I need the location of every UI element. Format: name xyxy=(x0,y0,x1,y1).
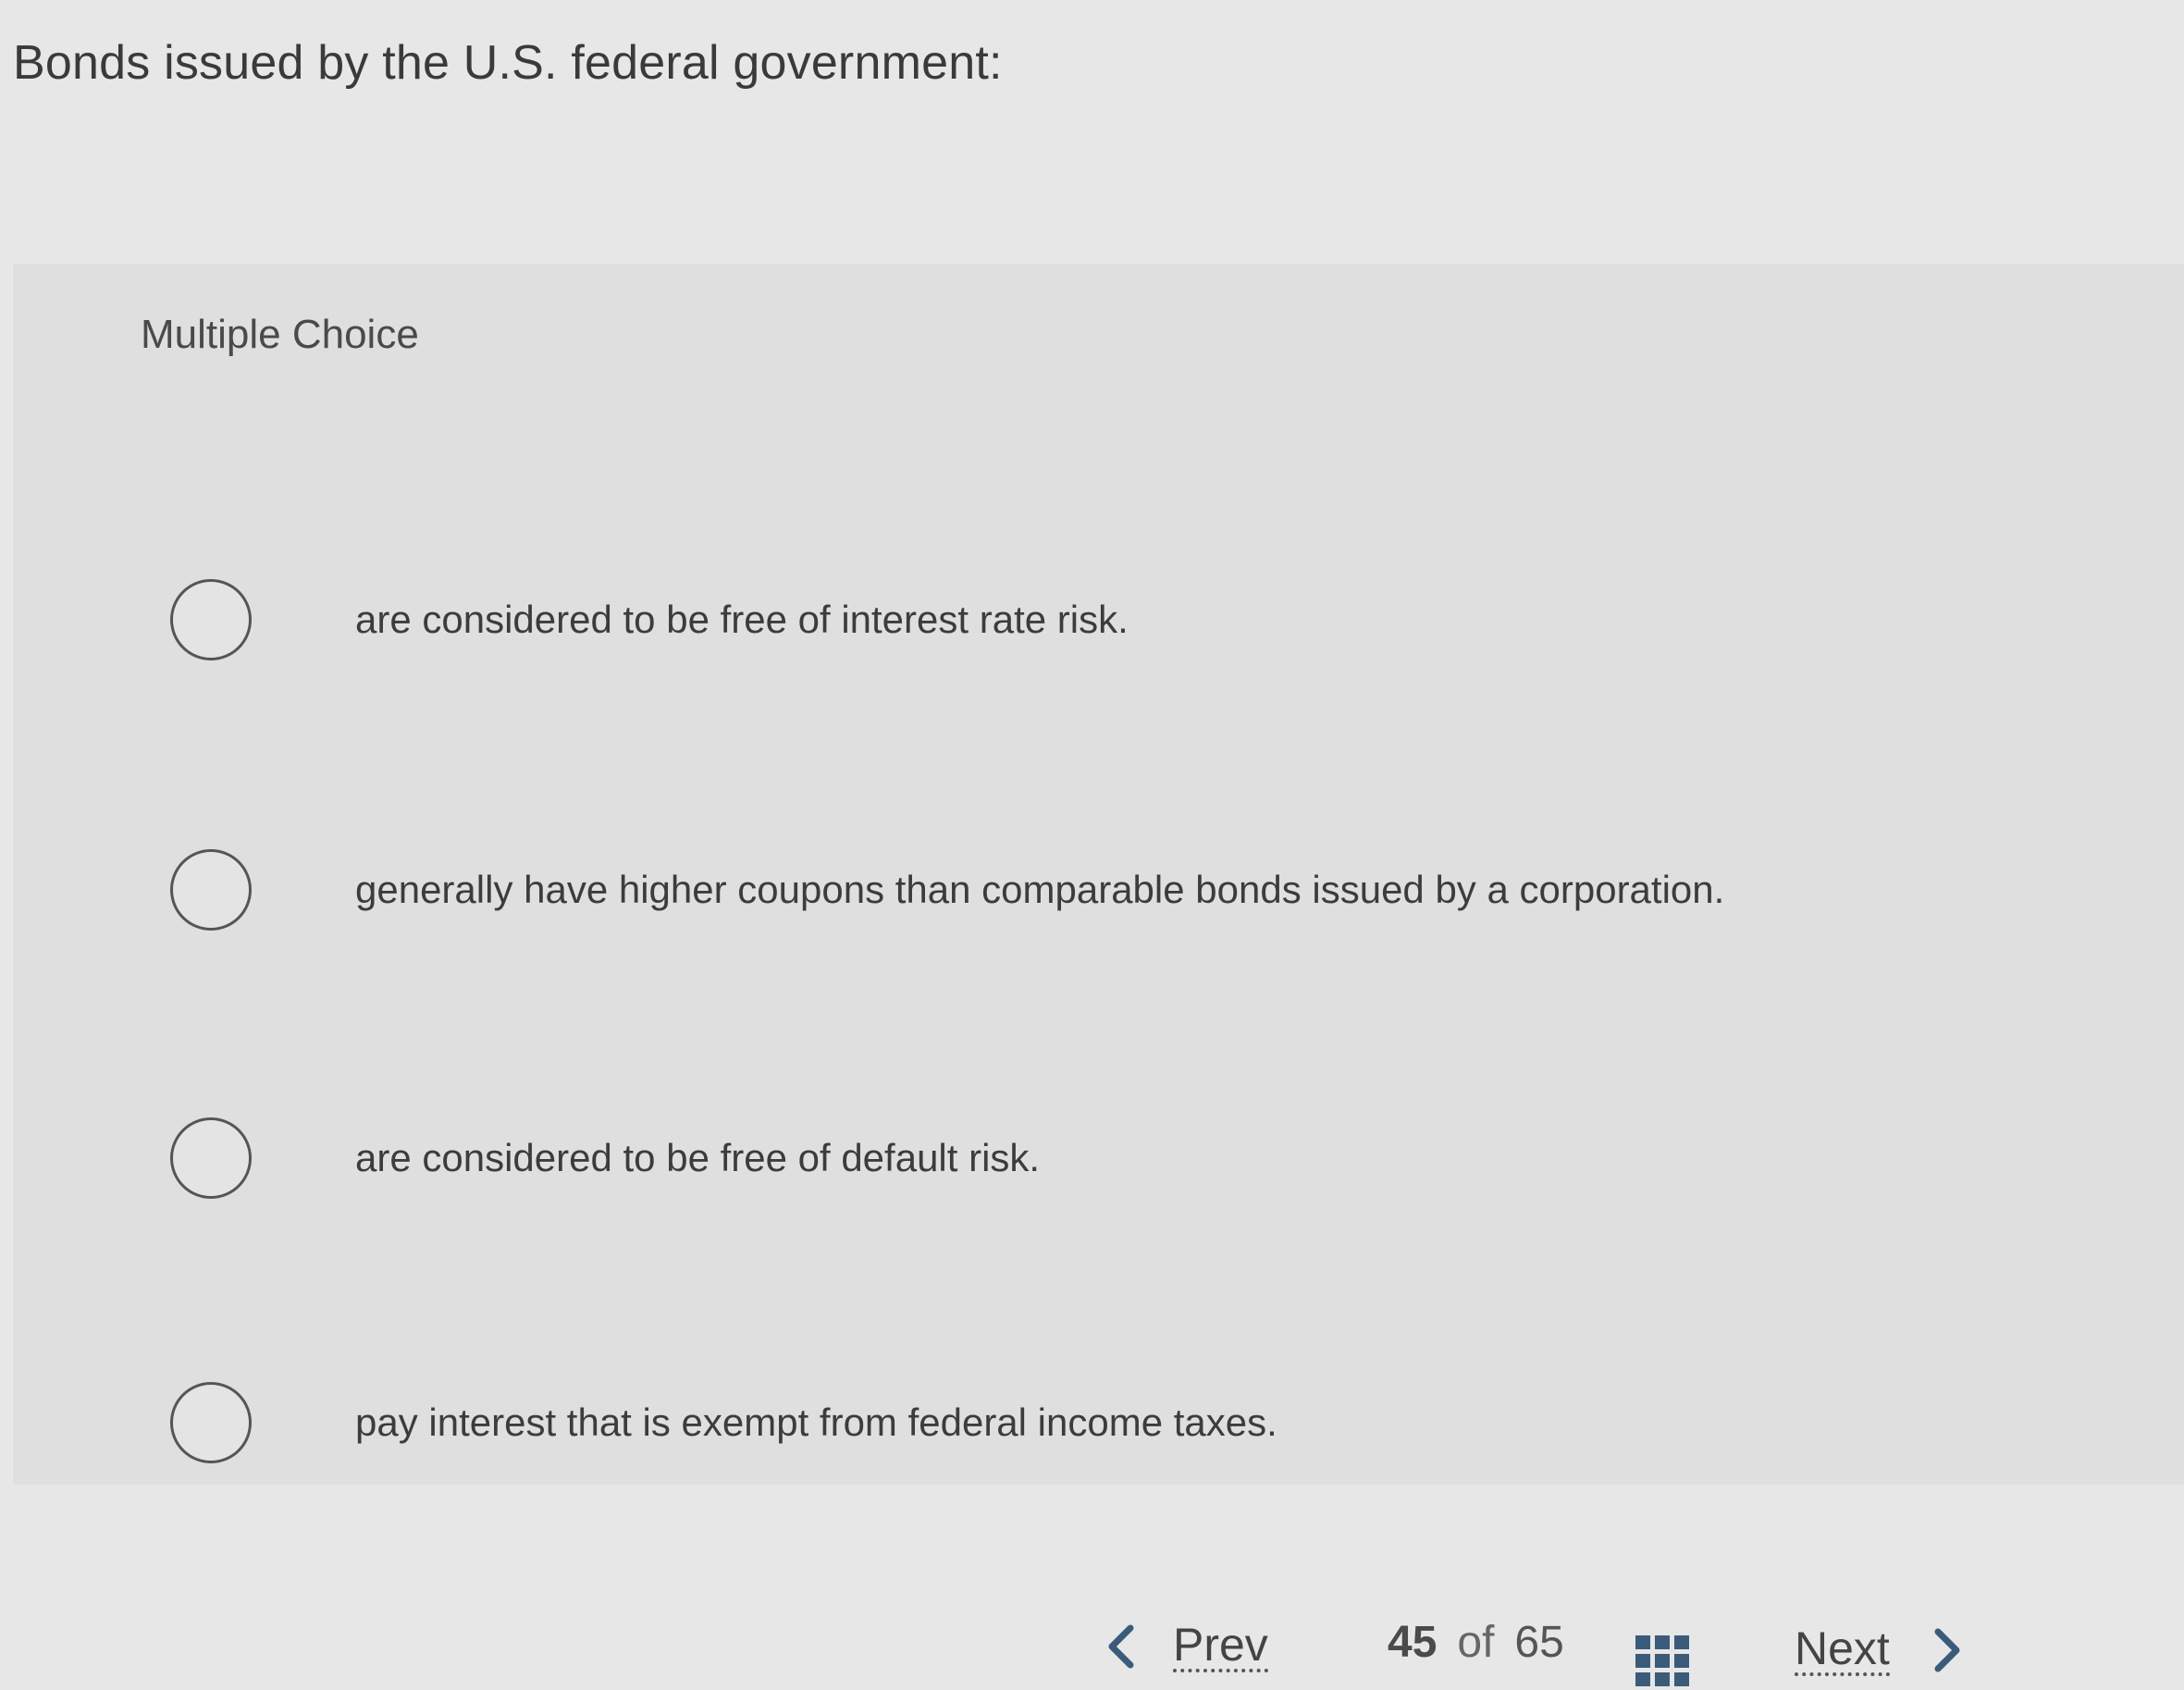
multiple-choice-panel: Multiple Choice are considered to be fre… xyxy=(13,264,2184,1485)
answer-option-2[interactable]: generally have higher coupons than compa… xyxy=(170,839,2020,941)
answer-option-4[interactable]: pay interest that is exempt from federal… xyxy=(170,1372,2020,1474)
radio-button-3[interactable] xyxy=(170,1117,252,1199)
radio-button-4[interactable] xyxy=(170,1382,252,1463)
answer-option-1[interactable]: are considered to be free of interest ra… xyxy=(170,569,2020,671)
radio-button-1[interactable] xyxy=(170,579,252,660)
answer-option-1-text: are considered to be free of interest ra… xyxy=(355,598,1129,641)
prev-button[interactable]: Prev xyxy=(1101,1610,1268,1684)
question-text: Bonds issued by the U.S. federal governm… xyxy=(13,36,1003,90)
answer-option-3[interactable]: are considered to be free of default ris… xyxy=(170,1107,2020,1209)
next-label: Next xyxy=(1795,1624,1890,1677)
radio-button-2[interactable] xyxy=(170,849,252,931)
multiple-choice-label: Multiple Choice xyxy=(141,312,419,357)
grid-icon[interactable] xyxy=(1635,1635,1689,1687)
chevron-right-icon xyxy=(1934,1628,1960,1672)
prev-label: Prev xyxy=(1173,1621,1268,1673)
page-counter: 45 of 65 xyxy=(1388,1617,1564,1668)
current-page: 45 xyxy=(1388,1618,1437,1667)
answer-option-3-text: are considered to be free of default ris… xyxy=(355,1136,1041,1179)
total-pages: 65 xyxy=(1514,1618,1564,1667)
of-label: of xyxy=(1457,1618,1495,1667)
page: Bonds issued by the U.S. federal governm… xyxy=(0,0,2184,1690)
chevron-left-icon xyxy=(1108,1624,1134,1669)
answer-option-4-text: pay interest that is exempt from federal… xyxy=(355,1400,1277,1444)
question-navigation: Prev 45 of 65 Next xyxy=(0,1610,2184,1690)
next-button[interactable]: Next xyxy=(1795,1613,1968,1687)
answer-option-2-text: generally have higher coupons than compa… xyxy=(355,868,1725,911)
